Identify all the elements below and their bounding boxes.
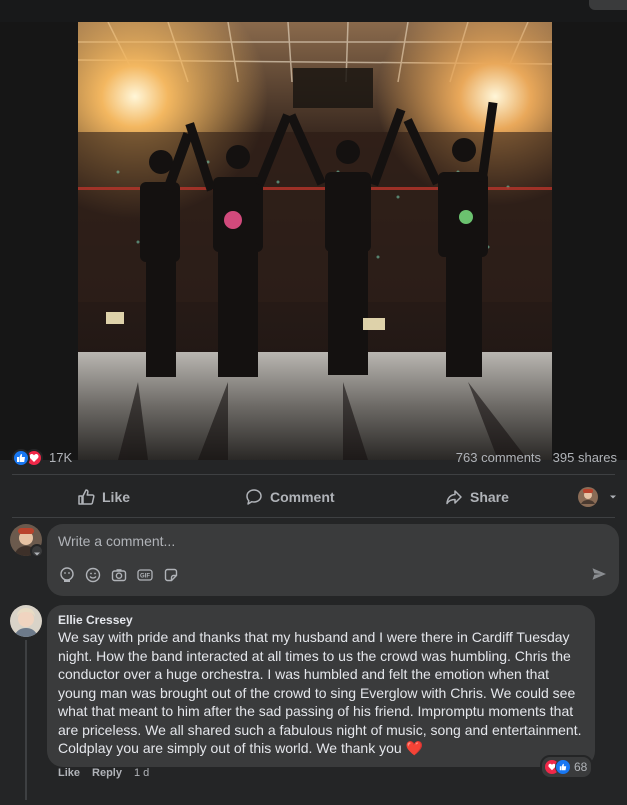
profile-avatar-icon: [578, 487, 598, 507]
like-button[interactable]: Like: [77, 480, 130, 514]
share-icon: [446, 490, 462, 505]
comment-input[interactable]: Write a comment...: [58, 533, 175, 549]
commenter-avatar[interactable]: [10, 605, 42, 637]
engagement-counts: 763 comments 395 shares: [448, 450, 617, 465]
comment-button[interactable]: Comment: [245, 480, 335, 514]
divider: [12, 517, 615, 518]
comment-text: We say with pride and thanks that my hus…: [58, 629, 582, 756]
comment-timestamp[interactable]: 1 d: [134, 767, 149, 779]
svg-text:GIF: GIF: [140, 573, 150, 579]
like-label: Like: [102, 489, 131, 505]
top-bar: [0, 0, 627, 22]
divider: [12, 474, 615, 475]
comment-bubble: Ellie Cressey We say with pride and than…: [47, 605, 595, 767]
share-button[interactable]: Share: [445, 480, 509, 514]
comment-author[interactable]: Ellie Cressey: [58, 613, 133, 627]
comment-icon: [246, 489, 262, 505]
reaction-profile-selector[interactable]: [578, 480, 625, 514]
comment-reactions[interactable]: 68: [540, 755, 594, 779]
like-icon: [12, 449, 30, 467]
comment-meta: Like Reply 1 d: [58, 767, 149, 779]
camera-icon[interactable]: [110, 566, 127, 583]
gif-icon[interactable]: GIF: [136, 566, 153, 583]
chevron-down-icon: [610, 495, 616, 499]
thumbs-up-icon: [78, 489, 95, 505]
send-icon[interactable]: [591, 566, 607, 587]
sticker-icon[interactable]: [162, 566, 179, 583]
post-actions: Like Comment Share: [0, 480, 627, 514]
thread-line: [25, 640, 27, 800]
comment-reaction-count: 68: [574, 760, 588, 774]
post-photo-frame: [0, 22, 627, 460]
composer-tools: GIF: [58, 566, 179, 586]
comment-composer[interactable]: Write a comment... GIF: [47, 524, 619, 596]
comment-label: Comment: [270, 489, 335, 505]
comment-like-button[interactable]: Like: [58, 767, 80, 779]
reaction-count[interactable]: 17K: [49, 450, 72, 465]
share-label: Share: [470, 489, 509, 505]
scroll-indicator: [589, 0, 627, 10]
reaction-bar: 17K 763 comments 395 shares: [0, 446, 627, 470]
shares-count[interactable]: 395 shares: [553, 450, 617, 465]
avatar-sticker-icon[interactable]: [58, 566, 75, 583]
post-photo[interactable]: [78, 22, 552, 460]
emoji-icon[interactable]: [84, 566, 101, 583]
comments-count[interactable]: 763 comments: [456, 450, 541, 465]
comment-reply-button[interactable]: Reply: [92, 767, 122, 779]
like-icon: [555, 759, 571, 775]
concert-photo: [78, 22, 552, 460]
chevron-down-icon[interactable]: [30, 544, 44, 558]
reaction-icons[interactable]: [12, 449, 48, 467]
